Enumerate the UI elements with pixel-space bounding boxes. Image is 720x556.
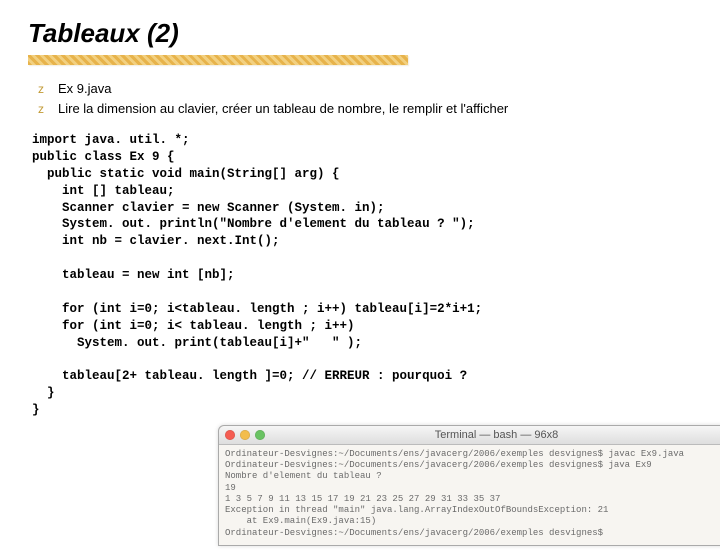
code-block: import java. util. *; public class Ex 9 … — [32, 132, 692, 419]
bullet-text: Lire la dimension au clavier, créer un t… — [58, 99, 508, 119]
zoom-icon[interactable] — [255, 430, 265, 440]
terminal-window: Terminal — bash — 96x8 Ordinateur-Desvig… — [218, 425, 720, 546]
bullet-marker: z — [38, 100, 58, 118]
bullet-marker: z — [38, 80, 58, 98]
bullet-text: Ex 9.java — [58, 79, 111, 99]
list-item: z Lire la dimension au clavier, créer un… — [38, 99, 692, 119]
page-title: Tableaux (2) — [28, 18, 692, 49]
close-icon[interactable] — [225, 430, 235, 440]
terminal-titlebar: Terminal — bash — 96x8 — [219, 426, 720, 445]
terminal-output: Ordinateur-Desvignes:~/Documents/ens/jav… — [219, 445, 720, 545]
terminal-title: Terminal — bash — 96x8 — [270, 429, 720, 441]
bullet-list: z Ex 9.java z Lire la dimension au clavi… — [38, 79, 692, 118]
minimize-icon[interactable] — [240, 430, 250, 440]
list-item: z Ex 9.java — [38, 79, 692, 99]
title-underline — [28, 55, 408, 65]
